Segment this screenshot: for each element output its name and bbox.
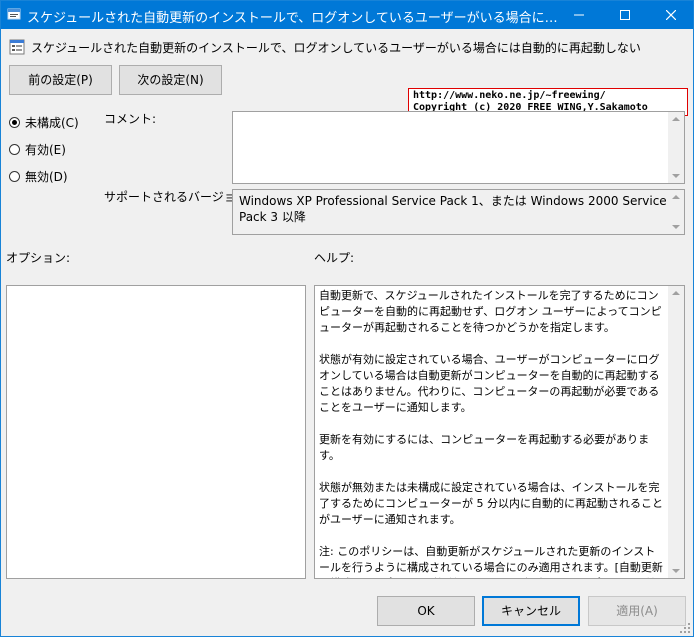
radio-disabled[interactable]: 無効(D) [9,167,68,185]
radio-button[interactable] [9,170,20,182]
radio-label: 未構成(C) [25,115,79,130]
scroll-up-icon[interactable] [672,117,680,121]
close-button[interactable] [648,1,694,29]
maximize-button[interactable] [602,1,648,29]
maximize-icon [620,10,630,20]
radio-enabled[interactable]: 有効(E) [9,140,66,158]
scroll-down-icon[interactable] [672,569,680,573]
help-label: ヘルプ: [314,251,355,265]
radio-label: 無効(D) [25,169,68,184]
scroll-down-icon[interactable] [672,225,680,229]
comment-label: コメント: [104,112,157,126]
cancel-button[interactable]: キャンセル [482,596,580,626]
help-paragraph: 状態が無効または未構成に設定されている場合は、インストールを完了するためにコンピ… [319,481,663,526]
help-panel[interactable]: 自動更新で、スケジュールされたインストールを完了するためにコンピューターを自動的… [314,285,685,579]
supported-versions: Windows XP Professional Service Pack 1、ま… [232,189,685,235]
gpedit-icon [7,8,21,20]
resize-grip-icon[interactable] [680,623,690,633]
help-scrollbar[interactable] [668,286,684,578]
next-setting-button[interactable]: 次の設定(N) [119,65,222,95]
help-paragraph: 自動更新で、スケジュールされたインストールを完了するためにコンピューターを自動的… [319,289,662,334]
radio-label: 有効(E) [25,142,66,157]
options-label: オプション: [6,251,71,265]
help-paragraph: 更新を有効にするには、コンピューターを再起動する必要があります。 [319,433,650,462]
previous-setting-button[interactable]: 前の設定(P) [9,65,112,95]
radio-button[interactable] [9,143,20,155]
supported-label: サポートされるバージョン: [104,190,252,204]
ok-button[interactable]: OK [377,596,475,626]
version-scrollbar[interactable] [668,190,684,234]
scroll-up-icon[interactable] [672,291,680,295]
supported-value: Windows XP Professional Service Pack 1、ま… [239,194,667,224]
window-title: スケジュールされた自動更新のインストールで、ログオンしているユーザーがいる場合に… [27,11,567,26]
help-paragraph: 注: このポリシーは、自動更新がスケジュールされた更新のインストールを行うように… [319,545,663,578]
comment-textarea[interactable] [232,111,685,184]
scroll-down-icon[interactable] [672,174,680,178]
radio-button-checked[interactable] [9,116,20,128]
policy-setting-icon [9,39,25,55]
radio-not-configured[interactable]: 未構成(C) [9,113,79,131]
scroll-up-icon[interactable] [672,195,680,199]
close-icon [666,10,676,20]
minimize-button[interactable] [556,1,602,29]
apply-button[interactable]: 適用(A) [588,596,686,626]
minimize-icon [574,14,584,16]
comment-scrollbar[interactable] [668,112,684,183]
policy-name: スケジュールされた自動更新のインストールで、ログオンしているユーザーがいる場合に… [31,41,641,55]
policy-dialog: スケジュールされた自動更新のインストールで、ログオンしているユーザーがいる場合に… [0,0,694,637]
help-paragraph: 状態が有効に設定されている場合、ユーザーがコンピューターにログオンしている場合は… [319,353,660,414]
options-panel [6,285,306,579]
copyright-url: http://www.neko.ne.jp/~freewing/ [413,90,606,101]
title-bar[interactable]: スケジュールされた自動更新のインストールで、ログオンしているユーザーがいる場合に… [1,1,693,29]
